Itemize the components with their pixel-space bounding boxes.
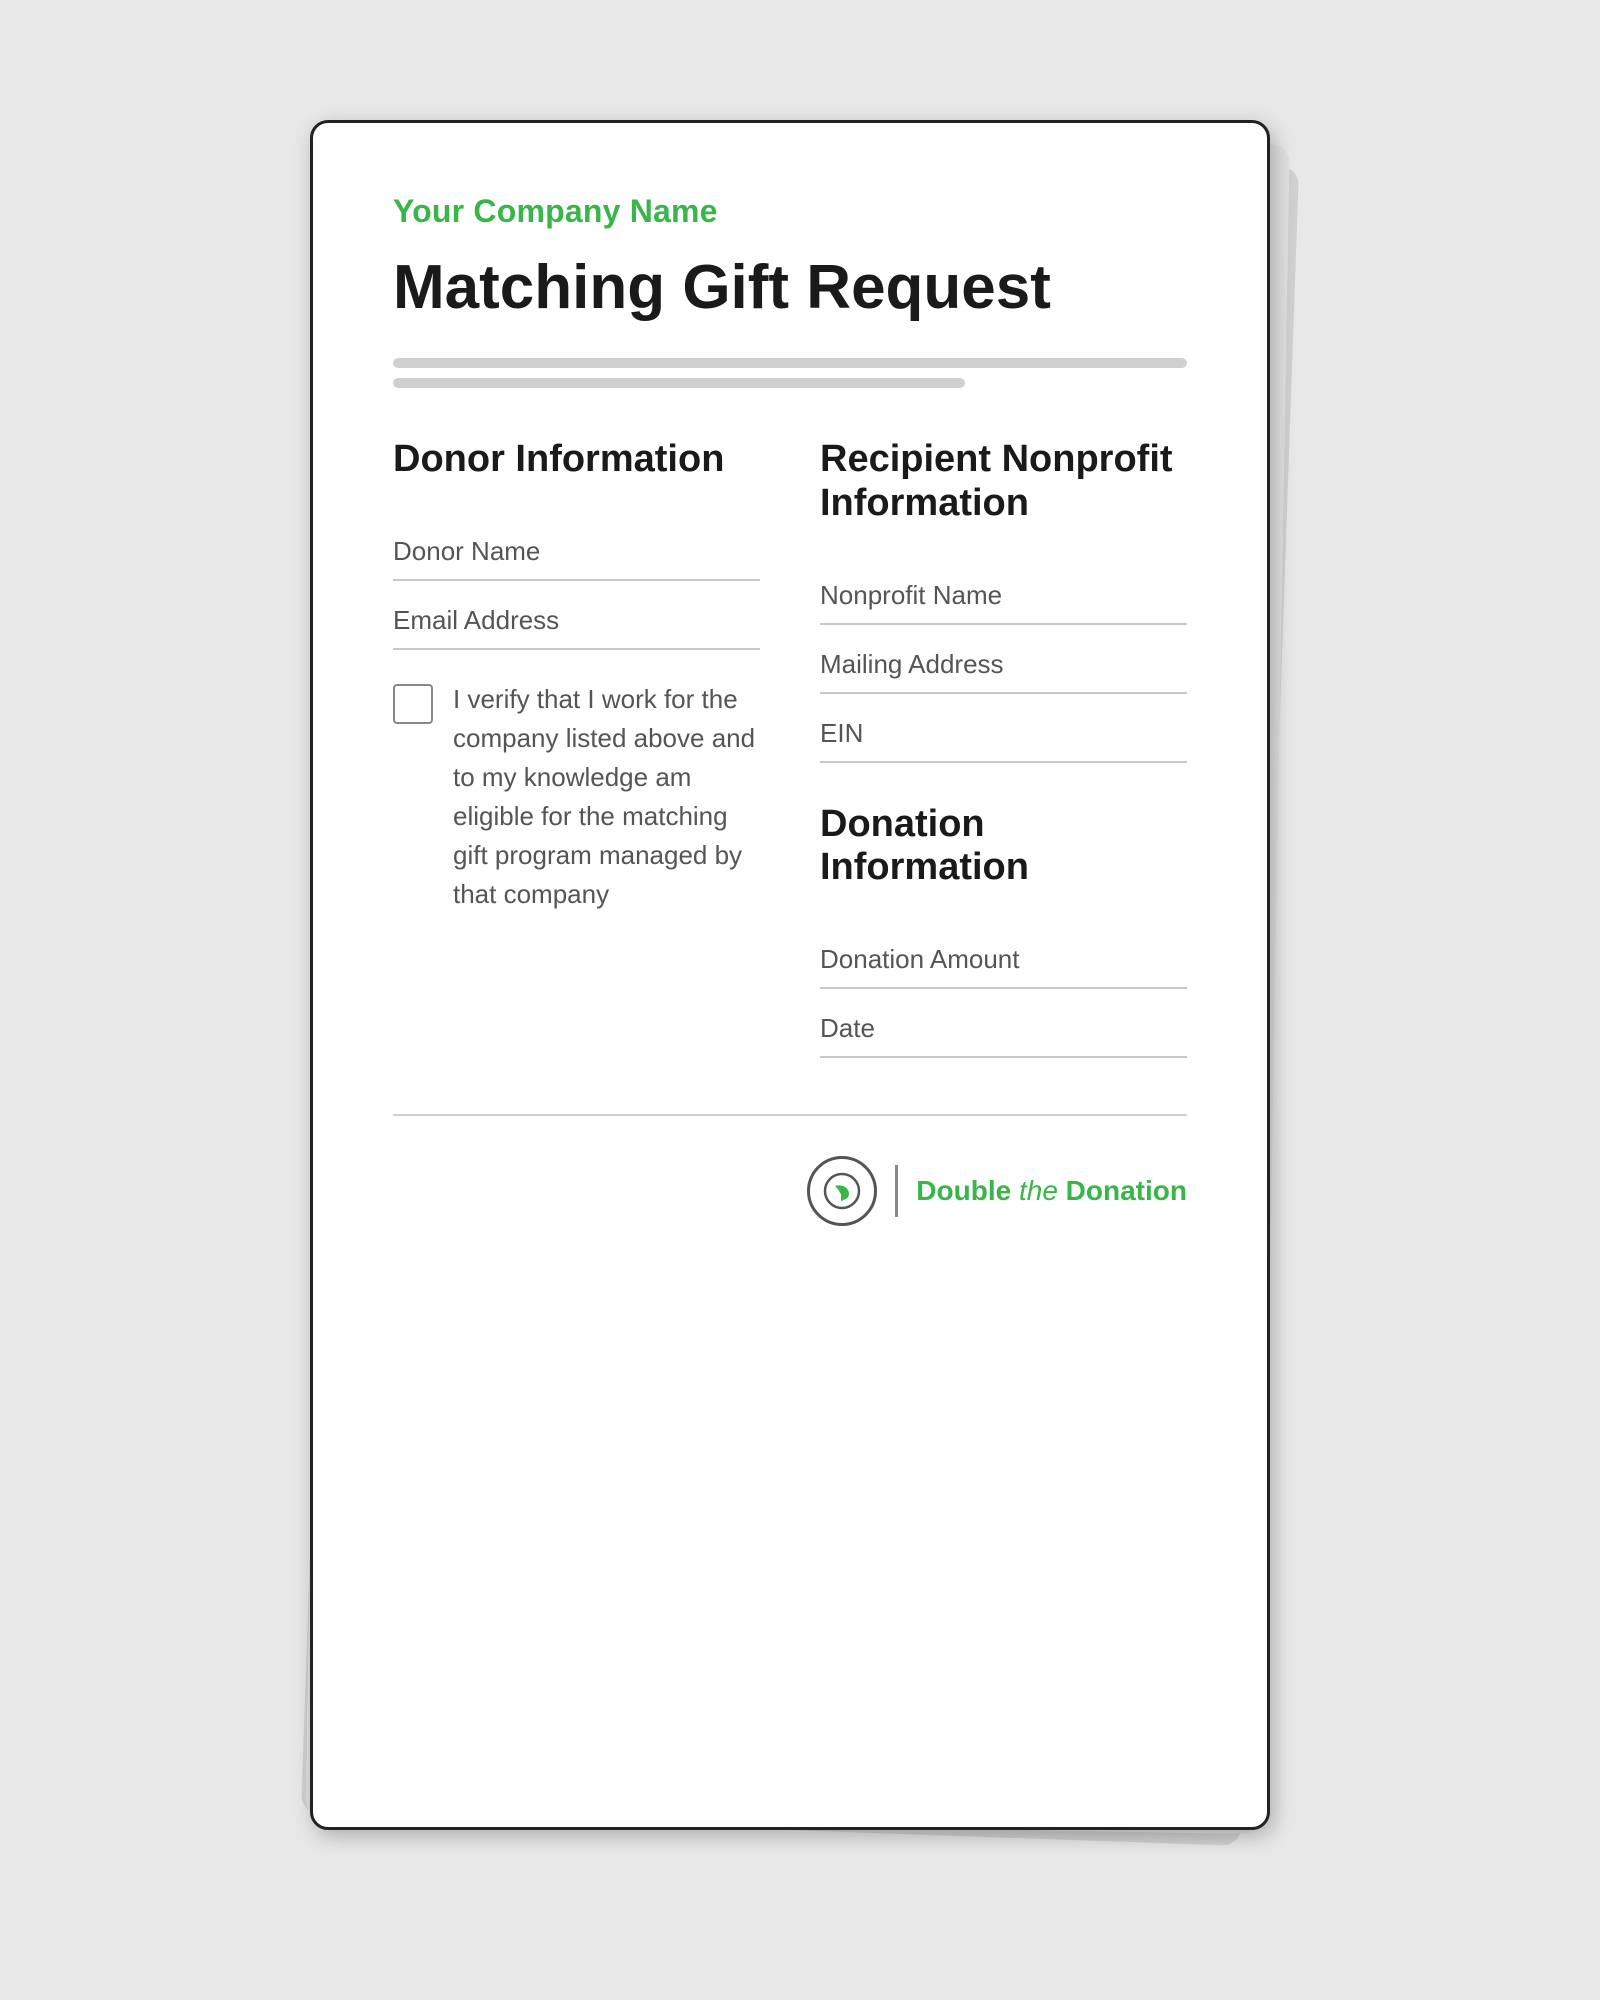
donor-column: Donor Information Donor Name Email Addre… xyxy=(393,438,760,1064)
donor-section-heading: Donor Information xyxy=(393,438,760,482)
donation-amount-label: Donation Amount xyxy=(820,944,1019,974)
footer: Double the Donation xyxy=(393,1146,1187,1226)
date-field[interactable]: Date xyxy=(820,995,1187,1058)
form-page: Your Company Name Matching Gift Request … xyxy=(310,120,1270,1830)
form-columns: Donor Information Donor Name Email Addre… xyxy=(393,438,1187,1064)
mailing-address-label: Mailing Address xyxy=(820,649,1004,679)
recipient-section-heading: Recipient Nonprofit Information xyxy=(820,438,1187,525)
ein-field[interactable]: EIN xyxy=(820,700,1187,763)
recipient-donation-column: Recipient Nonprofit Information Nonprofi… xyxy=(820,438,1187,1064)
email-address-label: Email Address xyxy=(393,605,559,635)
email-address-field[interactable]: Email Address xyxy=(393,587,760,650)
verify-checkbox-area: I verify that I work for the company lis… xyxy=(393,680,760,914)
donation-section-heading: Donation Information xyxy=(820,803,1187,890)
company-name: Your Company Name xyxy=(393,193,1187,230)
nonprofit-name-label: Nonprofit Name xyxy=(820,580,1002,610)
footer-brand-divider xyxy=(895,1165,898,1217)
footer-divider-line xyxy=(393,1114,1187,1116)
form-title: Matching Gift Request xyxy=(393,254,1187,322)
verify-checkbox[interactable] xyxy=(393,684,433,724)
dtd-logo-circle xyxy=(807,1156,877,1226)
nonprofit-name-field[interactable]: Nonprofit Name xyxy=(820,562,1187,625)
donor-name-field[interactable]: Donor Name xyxy=(393,518,760,581)
donor-name-label: Donor Name xyxy=(393,536,540,566)
dtd-logo-icon xyxy=(823,1172,861,1210)
dtd-brand-text: Double the Donation xyxy=(916,1177,1187,1205)
ein-label: EIN xyxy=(820,718,863,748)
verify-checkbox-label: I verify that I work for the company lis… xyxy=(453,680,760,914)
donation-amount-field[interactable]: Donation Amount xyxy=(820,926,1187,989)
progress-bars xyxy=(393,358,1187,388)
date-label: Date xyxy=(820,1013,875,1043)
progress-bar-partial xyxy=(393,378,965,388)
dtd-the-word: the xyxy=(1019,1175,1058,1206)
page-wrapper: Your Company Name Matching Gift Request … xyxy=(310,120,1290,1880)
mailing-address-field[interactable]: Mailing Address xyxy=(820,631,1187,694)
progress-bar-full xyxy=(393,358,1187,368)
